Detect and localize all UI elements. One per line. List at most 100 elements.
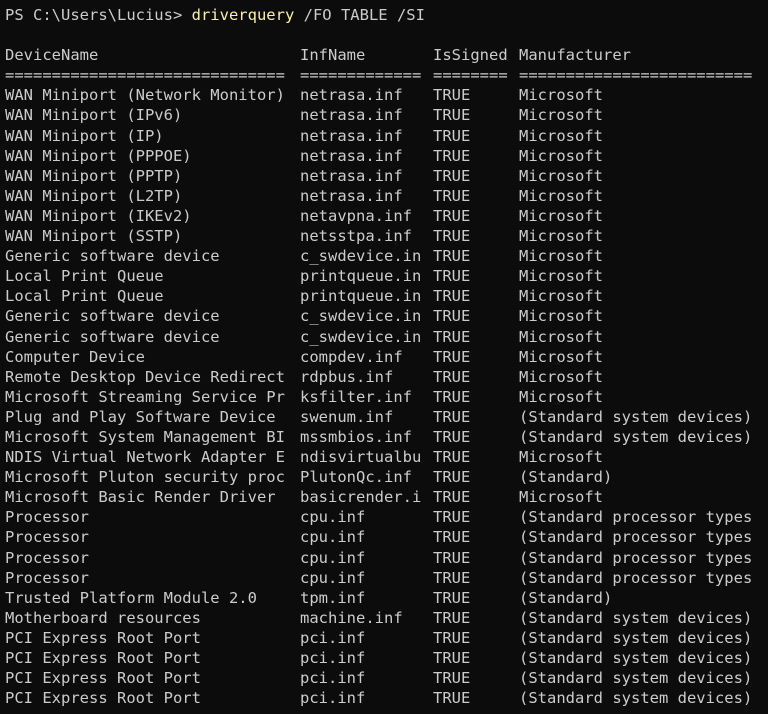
header-devicename: DeviceName — [5, 46, 99, 65]
cell-devicename: PCI Express Root Port — [5, 649, 201, 667]
cell-issigned: TRUE — [433, 427, 471, 446]
table-row: Processor cpu.inf TRUE (Standard processor … — [5, 527, 768, 547]
cell-issigned: TRUE — [433, 588, 471, 607]
cell-devicename: Computer Device — [5, 347, 145, 366]
cell-devicename: Remote Desktop Device Redirect — [5, 367, 285, 386]
cell-devicename: WAN Miniport (IP) — [5, 126, 164, 145]
cell-issigned: TRUE — [433, 387, 471, 406]
cell-issigned: TRUE — [433, 488, 471, 507]
prompt-path: PS C:\Users\Lucius> — [5, 6, 192, 24]
separator-devicename: ============================== — [5, 66, 285, 85]
cell-infname: basicrender.i — [300, 488, 422, 507]
cell-infname: c_swdevice.in — [300, 307, 422, 326]
prompt-line: PS C:\Users\Lucius> driverquery /FO TABL… — [5, 5, 768, 25]
cell-devicename: WAN Miniport (IKEv2) — [5, 206, 192, 225]
cell-infname: cpu.inf — [300, 548, 366, 567]
cell-devicename: Processor — [5, 548, 89, 567]
cell-devicename: WAN Miniport (PPPOE) — [5, 146, 192, 165]
cell-devicename: Processor — [5, 508, 89, 527]
cell-manufacturer: (Standard system devices) — [519, 608, 753, 627]
table-row: Motherboard resources machine.inf TRUE (Sta… — [5, 608, 768, 628]
cell-infname: ksfilter.inf — [300, 387, 412, 406]
cell-infname: ndisvirtualbu — [300, 448, 422, 467]
cell-manufacturer: Microsoft — [519, 126, 603, 145]
cell-manufacturer: (Standard system devices) — [519, 407, 753, 426]
cell-issigned: TRUE — [433, 628, 471, 647]
cell-issigned: TRUE — [433, 126, 471, 145]
cell-devicename: WAN Miniport (Network Monitor) — [5, 86, 285, 105]
cell-devicename: Microsoft Basic Render Driver — [5, 488, 276, 507]
table-row: WAN Miniport (IP) netrasa.inf TRUE Microsof… — [5, 126, 768, 146]
cell-infname: cpu.inf — [300, 528, 366, 547]
table-row: WAN Miniport (L2TP) netrasa.inf TRUE Micros… — [5, 186, 768, 206]
table-row: Computer Device compdev.inf TRUE Microsoft — [5, 347, 768, 367]
cell-manufacturer: Microsoft — [519, 488, 603, 507]
cell-devicename: Plug and Play Software Device — [5, 407, 276, 426]
cell-infname: c_swdevice.in — [300, 327, 422, 346]
cell-issigned: TRUE — [433, 448, 471, 467]
cell-infname: pci.inf — [300, 649, 366, 667]
cell-manufacturer: Microsoft — [519, 347, 603, 366]
cell-infname: cpu.inf — [300, 568, 366, 587]
cell-infname: pci.inf — [300, 628, 366, 647]
terminal-window[interactable]: PS C:\Users\Lucius> driverquery /FO TABL… — [0, 0, 768, 714]
table-row: WAN Miniport (IPv6) netrasa.inf TRUE Micros… — [5, 105, 768, 125]
table-row: WAN Miniport (PPPOE) netrasa.inf TRUE Micro… — [5, 146, 768, 166]
cell-issigned: TRUE — [433, 347, 471, 366]
cell-manufacturer: Microsoft — [519, 387, 603, 406]
cell-devicename: PCI Express Root Port — [5, 628, 201, 647]
table-separator-row: ============================== ==========… — [5, 65, 768, 85]
cell-infname: printqueue.in — [300, 267, 422, 286]
table-row: Local Print Queue printqueue.in TRUE Micros… — [5, 266, 768, 286]
cell-manufacturer: (Standard system devices) — [519, 628, 753, 647]
cell-devicename: Processor — [5, 528, 89, 547]
cell-issigned: TRUE — [433, 327, 471, 346]
cell-manufacturer: (Standard system devices) — [519, 427, 753, 446]
cell-issigned: TRUE — [433, 508, 471, 527]
table-row: WAN Miniport (SSTP) netsstpa.inf TRUE Micro… — [5, 226, 768, 246]
cell-issigned: TRUE — [433, 166, 471, 185]
cell-infname: PlutonQc.inf — [300, 468, 412, 487]
cell-devicename: Microsoft Streaming Service Pr — [5, 387, 285, 406]
cell-manufacturer: Microsoft — [519, 267, 603, 286]
cell-issigned: TRUE — [433, 247, 471, 266]
cell-infname: netsstpa.inf — [300, 227, 412, 246]
cell-devicename: Trusted Platform Module 2.0 — [5, 588, 257, 607]
cell-manufacturer: Microsoft — [519, 307, 603, 326]
cell-manufacturer: (Standard) — [519, 468, 613, 487]
table-row: Generic software device c_swdevice.in TRUE… — [5, 306, 768, 326]
cell-manufacturer: Microsoft — [519, 166, 603, 185]
cell-manufacturer: (Standard system devices) — [519, 649, 753, 667]
cell-infname: pci.inf — [300, 689, 366, 708]
cell-infname: machine.inf — [300, 608, 403, 627]
cell-manufacturer: Microsoft — [519, 227, 603, 246]
cell-manufacturer: (Standard system devices) — [519, 689, 753, 708]
cell-issigned: TRUE — [433, 206, 471, 225]
cell-infname: cpu.inf — [300, 508, 366, 527]
cell-manufacturer: (Standard processor types — [519, 568, 753, 587]
cell-devicename: WAN Miniport (L2TP) — [5, 186, 183, 205]
cell-issigned: TRUE — [433, 287, 471, 306]
cell-issigned: TRUE — [433, 267, 471, 286]
table-row: Microsoft Basic Render Driver basicrender… — [5, 487, 768, 507]
table-row: Microsoft System Management BI mssmbios.i… — [5, 427, 768, 447]
cell-devicename: NDIS Virtual Network Adapter E — [5, 448, 285, 467]
cell-devicename: Generic software device — [5, 327, 220, 346]
cell-manufacturer: Microsoft — [519, 327, 603, 346]
cell-manufacturer: (Standard processor types — [519, 528, 753, 547]
cell-infname: tpm.inf — [300, 588, 366, 607]
cell-issigned: TRUE — [433, 86, 471, 105]
table-row: Remote Desktop Device Redirect rdpbus.inf… — [5, 367, 768, 387]
cell-issigned: TRUE — [433, 186, 471, 205]
cell-infname: pci.inf — [300, 669, 366, 688]
cell-issigned: TRUE — [433, 468, 471, 487]
cell-manufacturer: (Standard) — [519, 588, 613, 607]
cell-devicename: WAN Miniport (IPv6) — [5, 106, 183, 125]
cell-manufacturer: Microsoft — [519, 146, 603, 165]
cell-infname: netrasa.inf — [300, 86, 403, 105]
cell-manufacturer: Microsoft — [519, 86, 603, 105]
cell-infname: mssmbios.inf — [300, 427, 412, 446]
cell-issigned: TRUE — [433, 367, 471, 386]
table-row: PCI Express Root Port pci.inf TRUE (Standar… — [5, 628, 768, 648]
cell-devicename: Local Print Queue — [5, 287, 164, 306]
